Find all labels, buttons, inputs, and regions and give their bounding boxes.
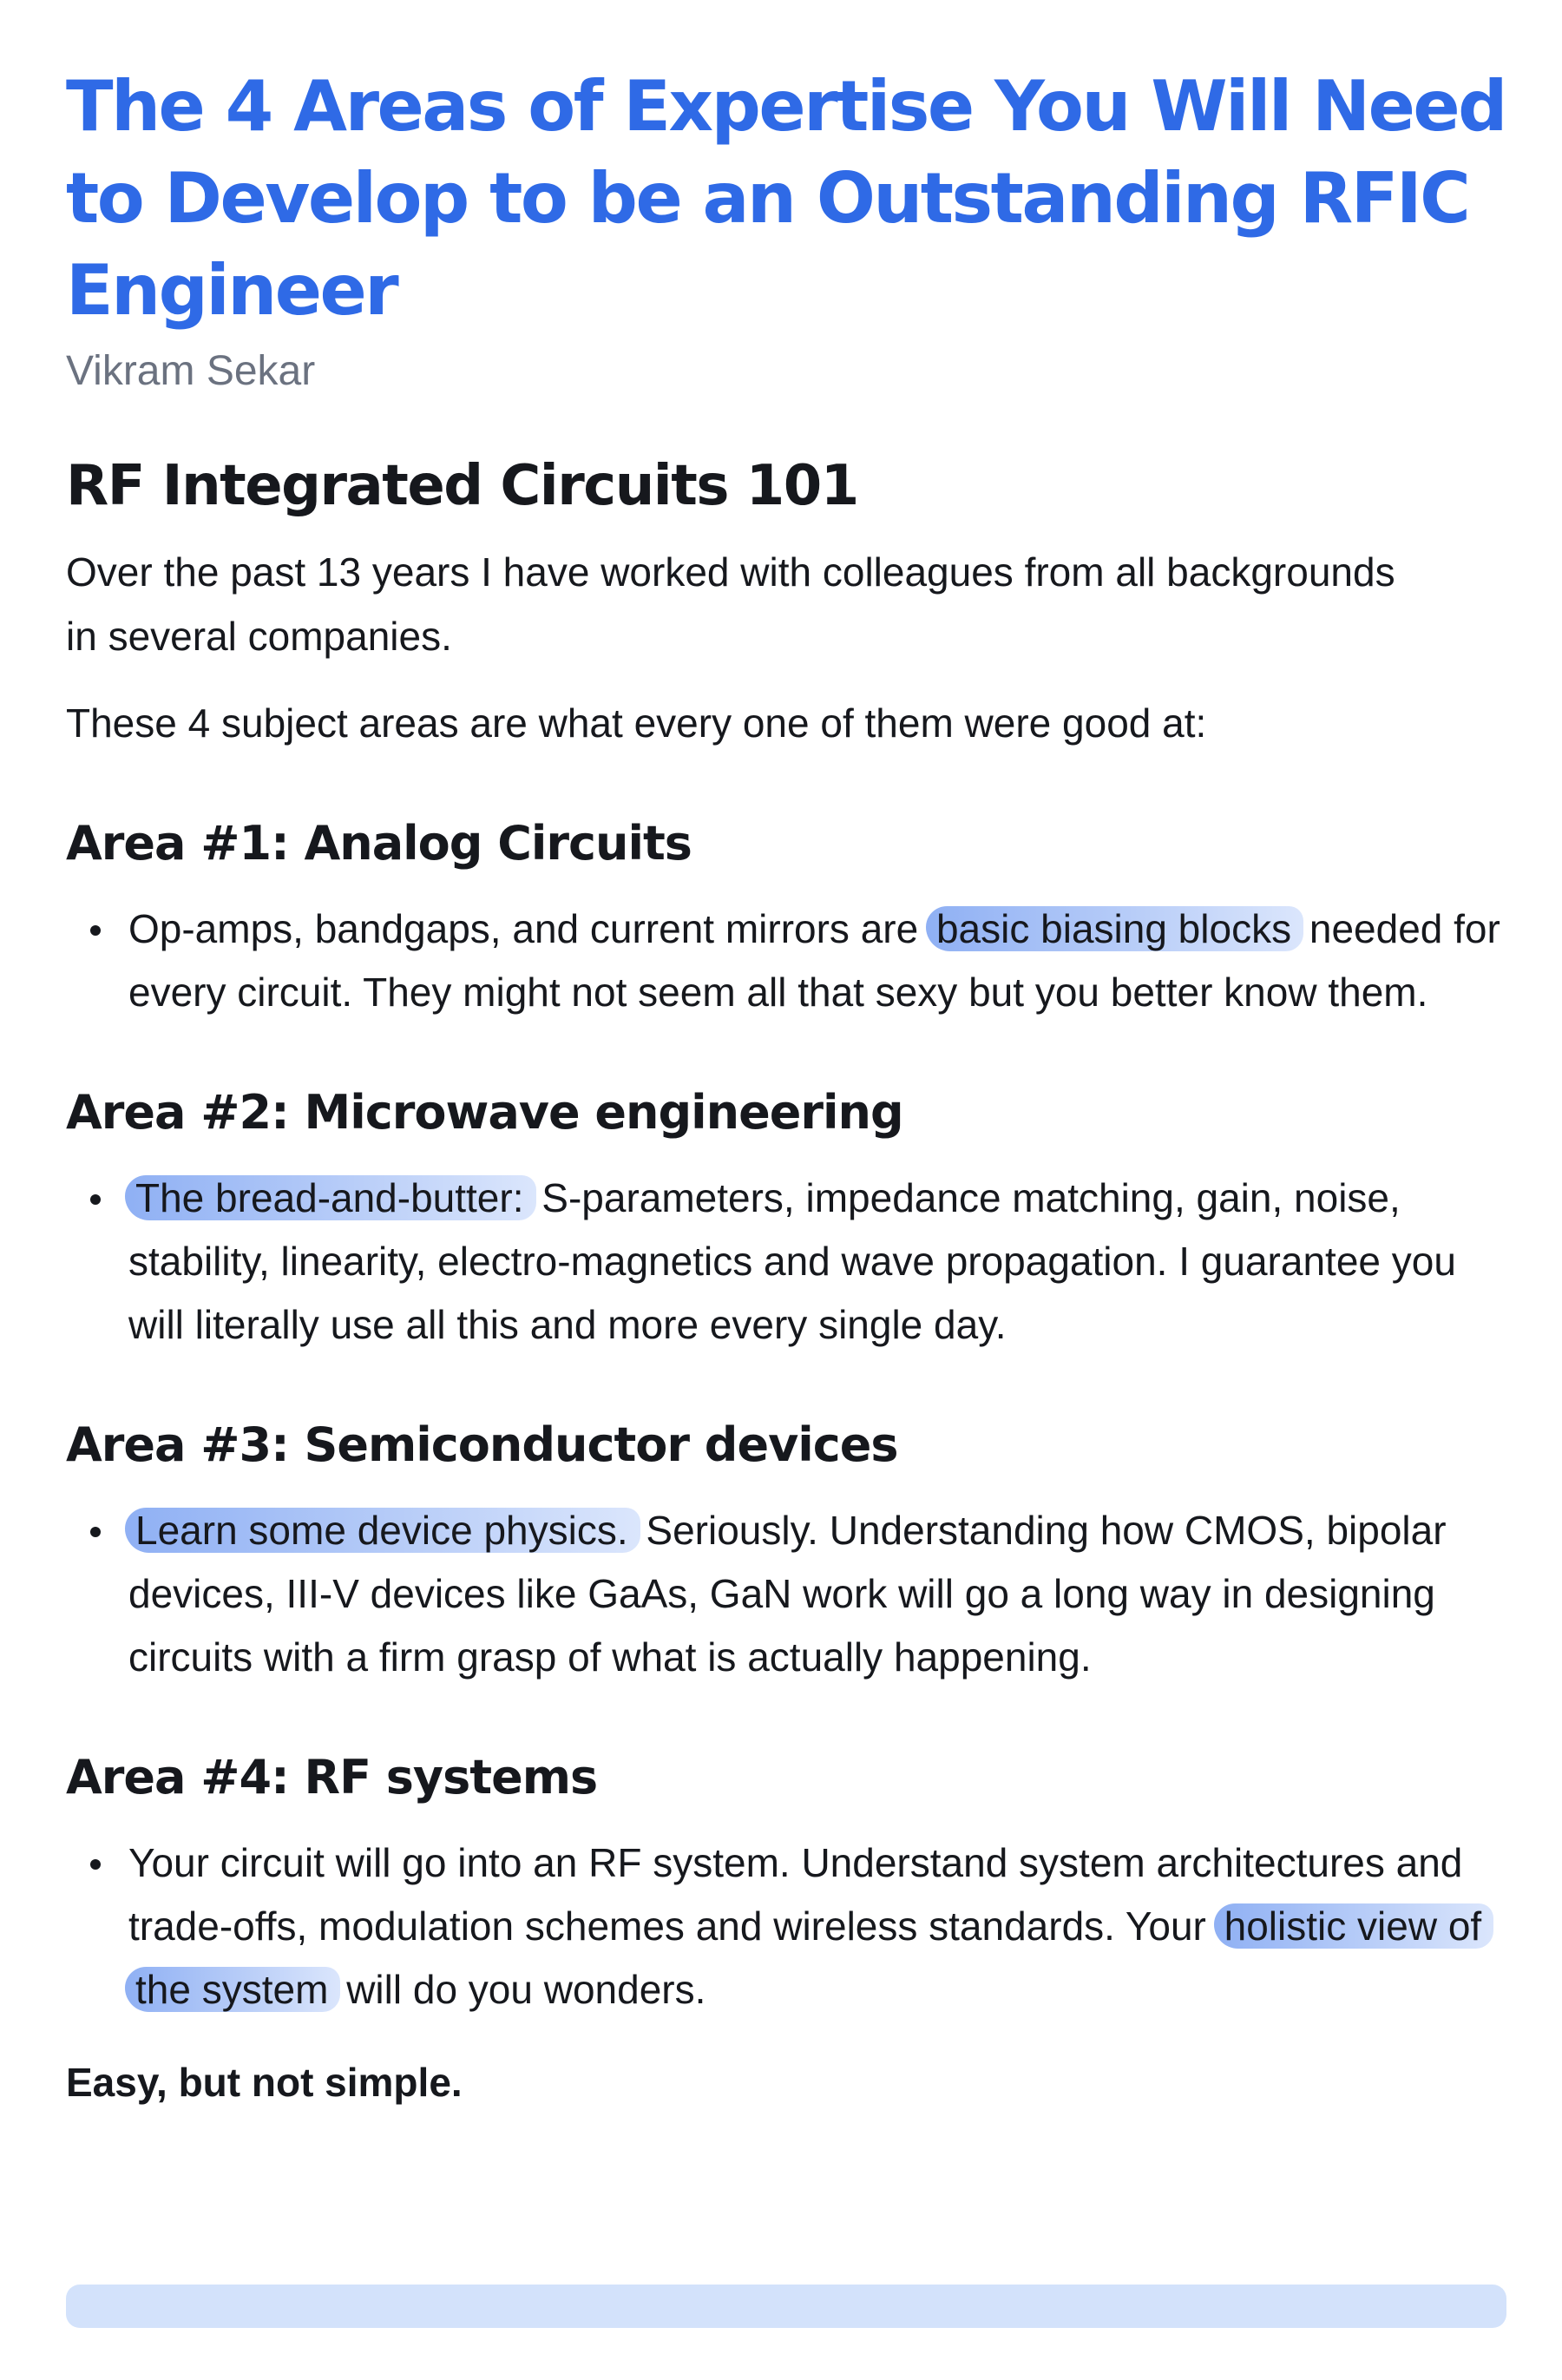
intro-paragraph-1: Over the past 13 years I have worked wit… — [66, 549, 1395, 659]
area-4-list: Your circuit will go into an RF system. … — [66, 1831, 1506, 2022]
area-1-list: Op-amps, bandgaps, and current mirrors a… — [66, 897, 1506, 1024]
area-2-highlight: The bread-and-butter: — [125, 1175, 536, 1220]
section-title: RF Integrated Circuits 101 — [66, 454, 859, 518]
area-4-bullet: Your circuit will go into an RF system. … — [90, 1831, 1508, 2022]
area-1-bullet: Op-amps, bandgaps, and current mirrors a… — [90, 897, 1508, 1024]
area-4-heading: Area #4: RF systems — [66, 1750, 598, 1805]
article-title: The 4 Areas of Expertise You Will Need t… — [66, 66, 1507, 331]
area-3-highlight: Learn some device physics. — [125, 1508, 640, 1553]
area-2-list: The bread-and-butter: S-parameters, impe… — [66, 1167, 1506, 1357]
closing-line: Easy, but not simple. — [66, 2060, 463, 2105]
area-3-heading: Area #3: Semiconductor devices — [66, 1417, 899, 1472]
area-1-highlight: basic biasing blocks — [925, 906, 1304, 951]
footer-bar — [66, 2285, 1506, 2328]
area-1-text-before: Op-amps, bandgaps, and current mirrors a… — [128, 906, 929, 951]
area-4-text-after: will do you wonders. — [335, 1967, 706, 2012]
area-2-bullet: The bread-and-butter: S-parameters, impe… — [90, 1167, 1508, 1357]
area-3-bullet: Learn some device physics. Seriously. Un… — [90, 1499, 1508, 1689]
article: The 4 Areas of Expertise You Will Need t… — [66, 61, 1507, 2108]
author-name: Vikram Sekar — [66, 348, 316, 394]
area-1-heading: Area #1: Analog Circuits — [66, 816, 692, 871]
intro-paragraph-2: These 4 subject areas are what every one… — [66, 700, 1207, 746]
area-2-heading: Area #2: Microwave engineering — [66, 1085, 904, 1140]
area-3-list: Learn some device physics. Seriously. Un… — [66, 1499, 1506, 1689]
